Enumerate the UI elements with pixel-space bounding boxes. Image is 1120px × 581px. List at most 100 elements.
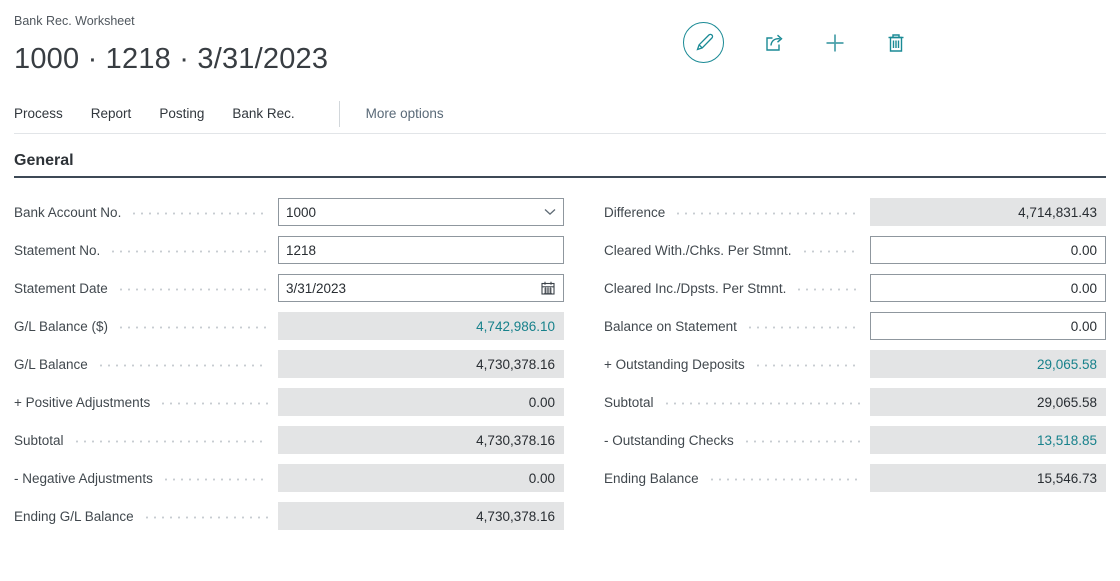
editable-field	[278, 236, 564, 264]
field-row-g-l-balance: G/L Balance 4,730,378.16	[14, 350, 564, 378]
field-label: G/L Balance	[14, 356, 88, 372]
value-text: 15,546.73	[1036, 470, 1097, 486]
pencil-icon	[693, 32, 715, 54]
field-label: Balance on Statement	[604, 318, 737, 334]
dotted-leader	[116, 287, 268, 291]
input-cleared-with-chks-per-stmnt[interactable]	[878, 242, 1098, 258]
field-row-difference: Difference 4,714,831.43	[604, 198, 1106, 226]
field-label: - Negative Adjustments	[14, 470, 153, 486]
dotted-leader	[745, 325, 860, 329]
field-row-positive-adjustments: + Positive Adjustments 0.00	[14, 388, 564, 416]
field-label: Statement No.	[14, 242, 101, 258]
input-statement-no[interactable]	[286, 242, 556, 258]
field-label: - Outstanding Checks	[604, 432, 734, 448]
delete-button[interactable]	[885, 32, 907, 54]
editable-field	[870, 274, 1106, 302]
menu-item-bank-rec[interactable]: Bank Rec.	[232, 106, 294, 121]
menu-bar: Process Report Posting Bank Rec. More op…	[14, 100, 1106, 134]
value-link-text[interactable]: 29,065.58	[1037, 357, 1097, 372]
field-row-negative-adjustments: - Negative Adjustments 0.00	[14, 464, 564, 492]
input-statement-date[interactable]	[286, 280, 534, 296]
field-row-statement-no: Statement No.	[14, 236, 564, 264]
plus-icon	[824, 32, 846, 54]
field-label: Ending G/L Balance	[14, 508, 134, 524]
dotted-leader	[742, 439, 860, 443]
field-row-balance-on-statement: Balance on Statement	[604, 312, 1106, 340]
value-text: 4,730,378.16	[476, 508, 555, 524]
input-cleared-inc-dpsts-per-stmnt[interactable]	[878, 280, 1098, 296]
value-text: 0.00	[528, 470, 555, 486]
value-link-text[interactable]: 4,742,986.10	[476, 319, 555, 334]
field-row-outstanding-deposits: + Outstanding Deposits 29,065.58	[604, 350, 1106, 378]
share-icon	[763, 32, 785, 54]
field-row-outstanding-checks: - Outstanding Checks 13,518.85	[604, 426, 1106, 454]
action-bar	[683, 22, 907, 63]
value-text: 4,730,378.16	[476, 432, 555, 448]
dotted-leader	[159, 401, 268, 405]
menu-item-posting[interactable]: Posting	[159, 106, 204, 121]
value-text: 4,714,831.43	[1018, 204, 1097, 220]
dotted-leader	[795, 287, 860, 291]
editable-field	[870, 312, 1106, 340]
field-label: Difference	[604, 204, 666, 220]
chevron-down-icon[interactable]	[544, 208, 556, 216]
bank-rec-worksheet-page: Bank Rec. Worksheet 1000 · 1218 · 3/31/2…	[0, 14, 1120, 581]
input-bank-account-no[interactable]	[286, 204, 538, 220]
input-balance-on-statement[interactable]	[878, 318, 1098, 334]
menu-item-report[interactable]: Report	[91, 106, 132, 121]
readonly-field: 4,714,831.43	[870, 198, 1106, 226]
field-row-cleared-inc-dpsts-per-stmnt: Cleared Inc./Dpsts. Per Stmnt.	[604, 274, 1106, 302]
readonly-field: 4,730,378.16	[278, 426, 564, 454]
menu-more-options[interactable]: More options	[366, 106, 444, 121]
field-label: Statement Date	[14, 280, 108, 296]
trash-icon	[885, 32, 907, 54]
field-row-bank-account-no: Bank Account No.	[14, 198, 564, 226]
page-title: 1000 · 1218 · 3/31/2023	[14, 43, 329, 75]
field-label: Bank Account No.	[14, 204, 122, 220]
share-button[interactable]	[763, 32, 785, 54]
readonly-field-link[interactable]: 13,518.85	[870, 426, 1106, 454]
dotted-leader	[707, 477, 860, 481]
field-row-statement-date: Statement Date	[14, 274, 564, 302]
menu-divider	[338, 100, 340, 127]
value-link-text[interactable]: 13,518.85	[1037, 433, 1097, 448]
value-text: 4,730,378.16	[476, 356, 555, 372]
dotted-leader	[109, 249, 268, 253]
dotted-leader	[142, 515, 268, 519]
dotted-leader	[96, 363, 268, 367]
dotted-leader	[161, 477, 268, 481]
readonly-field: 15,546.73	[870, 464, 1106, 492]
editable-field	[870, 236, 1106, 264]
readonly-field: 0.00	[278, 388, 564, 416]
general-fields: Bank Account No. Statement No. Statement D…	[0, 198, 1120, 540]
field-label: + Positive Adjustments	[14, 394, 151, 410]
readonly-field: 0.00	[278, 464, 564, 492]
readonly-field: 4,730,378.16	[278, 350, 564, 378]
menu-item-process[interactable]: Process	[14, 106, 63, 121]
field-label: Ending Balance	[604, 470, 699, 486]
field-label: Subtotal	[604, 394, 654, 410]
section-title-general[interactable]: General	[14, 152, 74, 170]
field-label: G/L Balance ($)	[14, 318, 109, 334]
general-section-header: General	[14, 152, 1106, 178]
field-row-subtotal: Subtotal 4,730,378.16	[14, 426, 564, 454]
edit-button[interactable]	[683, 22, 724, 63]
value-text: 0.00	[528, 394, 555, 410]
field-row-ending-g-l-balance: Ending G/L Balance 4,730,378.16	[14, 502, 564, 530]
dotted-leader	[800, 249, 860, 253]
dotted-leader	[753, 363, 860, 367]
calendar-icon[interactable]	[540, 280, 556, 296]
fields-left-column: Bank Account No. Statement No. Statement D…	[14, 198, 564, 540]
editable-field	[278, 274, 564, 302]
field-label: Cleared Inc./Dpsts. Per Stmnt.	[604, 280, 787, 296]
value-text: 29,065.58	[1036, 394, 1097, 410]
readonly-field: 4,730,378.16	[278, 502, 564, 530]
dotted-leader	[662, 401, 860, 405]
add-button[interactable]	[824, 32, 846, 54]
dotted-leader	[117, 325, 268, 329]
dotted-leader	[72, 439, 268, 443]
readonly-field-link[interactable]: 29,065.58	[870, 350, 1106, 378]
readonly-field-link[interactable]: 4,742,986.10	[278, 312, 564, 340]
field-row-ending-balance: Ending Balance 15,546.73	[604, 464, 1106, 492]
editable-field	[278, 198, 564, 226]
